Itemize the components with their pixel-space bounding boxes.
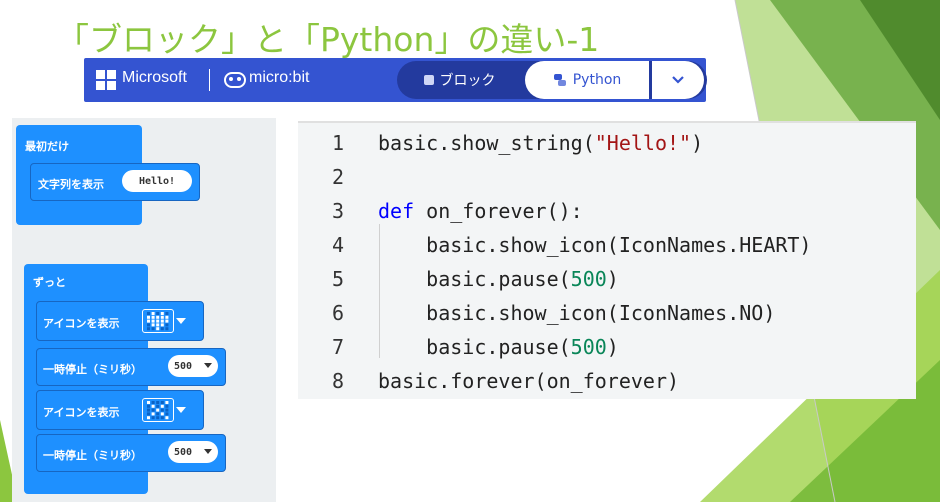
- code-line[interactable]: 7 basic.pause(500): [298, 330, 619, 364]
- microbit-logo-icon: [224, 72, 246, 88]
- code-text: basic.show_icon(IconNames.HEART): [378, 233, 812, 257]
- code-line[interactable]: 6 basic.show_icon(IconNames.NO): [298, 296, 775, 330]
- line-number: 6: [331, 301, 344, 325]
- pause-value-1[interactable]: 500: [168, 355, 218, 377]
- code-line[interactable]: 8 basic.forever(on_forever): [298, 364, 679, 398]
- tab-blocks-label: ブロック: [439, 73, 496, 89]
- code-text: ): [606, 335, 619, 359]
- code-text: ): [606, 267, 619, 291]
- code-string: "Hello!": [594, 131, 692, 155]
- pause-value-2[interactable]: 500: [168, 441, 218, 463]
- no-led-icon[interactable]: [142, 398, 174, 422]
- python-code-editor[interactable]: 1 basic.show_string("Hello!") 2 3 def on_for…: [298, 121, 916, 399]
- makecode-header: Microsoft micro:bit ブロック Python: [84, 58, 707, 102]
- code-text: basic.pause(: [378, 267, 571, 291]
- code-text: on_forever():: [414, 199, 583, 223]
- code-line[interactable]: 1 basic.show_string("Hello!"): [298, 126, 703, 160]
- forever-label: ずっと: [33, 276, 66, 289]
- indent-guide: [379, 224, 380, 358]
- header-divider: [209, 69, 210, 91]
- chevron-down-icon: [672, 76, 684, 84]
- editor-toggle: ブロック Python: [397, 61, 707, 99]
- slide-title: 「ブロック」と「Python」の違い-1: [56, 20, 600, 59]
- code-text: basic.show_icon(IconNames.NO): [378, 301, 776, 325]
- code-number: 500: [570, 335, 607, 359]
- microsoft-label: Microsoft: [122, 69, 187, 86]
- on-start-label: 最初だけ: [25, 140, 69, 153]
- line-number: 1: [331, 131, 344, 155]
- dropdown-arrow-icon: [204, 449, 213, 454]
- dropdown-arrow-icon: [176, 407, 186, 413]
- code-text: basic.show_string(: [378, 131, 595, 155]
- code-line[interactable]: 2: [298, 160, 378, 194]
- show-string-label: 文字列を表示: [38, 178, 104, 191]
- line-number: 2: [331, 165, 344, 189]
- python-icon: [553, 74, 566, 86]
- line-number: 7: [331, 335, 344, 359]
- show-icon-label-2: アイコンを表示: [43, 406, 120, 419]
- dropdown-arrow-icon: [204, 363, 213, 368]
- editor-dropdown-button[interactable]: [652, 61, 704, 99]
- line-number: 5: [331, 267, 344, 291]
- show-string-value[interactable]: Hello!: [122, 170, 192, 192]
- tab-python[interactable]: Python: [525, 61, 649, 99]
- line-number: 8: [331, 369, 344, 393]
- microsoft-logo-icon: [96, 70, 116, 90]
- puzzle-icon: [423, 75, 434, 85]
- line-number: 3: [331, 199, 344, 223]
- pause-label-1: 一時停止（ミリ秒）: [43, 363, 142, 376]
- code-line[interactable]: 5 basic.pause(500): [298, 262, 619, 296]
- line-number: 4: [331, 233, 344, 257]
- tab-python-label: Python: [572, 72, 622, 88]
- code-text: ): [691, 131, 704, 155]
- code-keyword: def: [378, 199, 415, 223]
- code-number: 500: [570, 267, 607, 291]
- blocks-workspace[interactable]: 最初だけ 文字列を表示 Hello! ずっと アイコンを表示 一時停止（ミリ秒）…: [12, 118, 276, 502]
- tab-blocks[interactable]: ブロック: [397, 61, 522, 99]
- code-line[interactable]: 4 basic.show_icon(IconNames.HEART): [298, 228, 812, 262]
- pause-value-2-text: 500: [173, 446, 193, 458]
- microbit-label: micro:bit: [249, 69, 310, 86]
- dropdown-arrow-icon: [176, 318, 186, 324]
- code-text: basic.forever(on_forever): [378, 369, 680, 393]
- code-text: basic.pause(: [378, 335, 571, 359]
- pause-value-1-text: 500: [173, 360, 193, 372]
- pause-label-2: 一時停止（ミリ秒）: [43, 449, 142, 462]
- heart-led-icon[interactable]: [142, 309, 174, 333]
- code-line[interactable]: 3 def on_forever():: [298, 194, 583, 228]
- show-icon-label-1: アイコンを表示: [43, 317, 120, 330]
